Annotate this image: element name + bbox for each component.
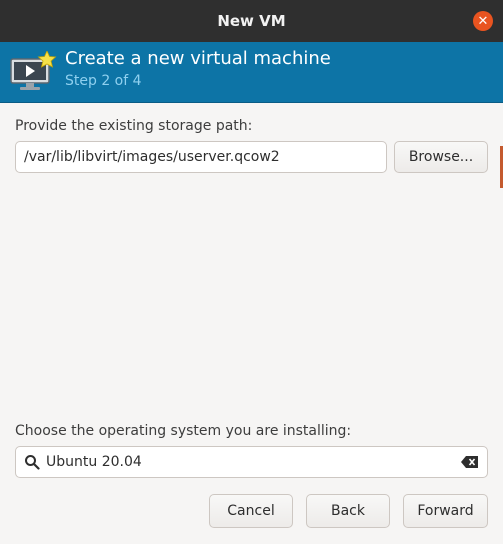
wizard-title: Create a new virtual machine bbox=[65, 48, 331, 69]
browse-button[interactable]: Browse... bbox=[394, 141, 488, 173]
close-button[interactable]: ✕ bbox=[473, 11, 493, 31]
window-title: New VM bbox=[217, 12, 286, 30]
forward-button[interactable]: Forward bbox=[403, 494, 488, 528]
close-icon: ✕ bbox=[477, 13, 489, 29]
storage-path-value: /var/lib/libvirt/images/userver.qcow2 bbox=[24, 149, 280, 165]
search-icon bbox=[25, 455, 40, 470]
wizard-header: Create a new virtual machine Step 2 of 4 bbox=[0, 42, 503, 103]
os-search-input[interactable]: Ubuntu 20.04 bbox=[15, 446, 488, 478]
wizard-step: Step 2 of 4 bbox=[65, 73, 142, 89]
clear-text-icon[interactable] bbox=[461, 455, 479, 469]
storage-path-label: Provide the existing storage path: bbox=[15, 118, 253, 134]
new-vm-icon bbox=[10, 51, 57, 90]
os-search-value: Ubuntu 20.04 bbox=[46, 454, 142, 470]
storage-path-input[interactable]: /var/lib/libvirt/images/userver.qcow2 bbox=[15, 141, 387, 173]
cancel-button[interactable]: Cancel bbox=[209, 494, 293, 528]
window-titlebar: New VM ✕ bbox=[0, 0, 503, 42]
os-label: Choose the operating system you are inst… bbox=[15, 423, 352, 439]
back-button[interactable]: Back bbox=[306, 494, 390, 528]
